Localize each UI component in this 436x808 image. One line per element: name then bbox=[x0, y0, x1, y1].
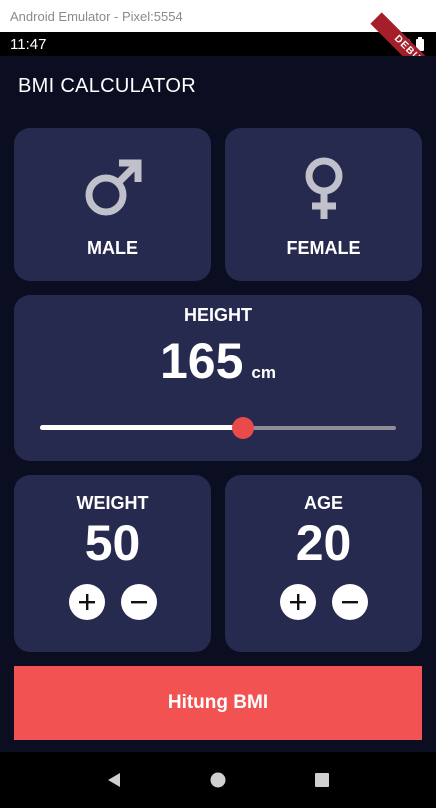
emulator-window-title: Android Emulator - Pixel:5554 bbox=[0, 0, 436, 32]
minus-icon bbox=[130, 601, 147, 604]
recents-icon[interactable] bbox=[314, 772, 330, 788]
weight-card: WEIGHT 50 bbox=[14, 475, 211, 652]
back-icon[interactable] bbox=[106, 772, 122, 788]
weight-controls bbox=[68, 584, 157, 620]
female-card[interactable]: FEMALE bbox=[225, 128, 422, 281]
height-slider-active-track bbox=[40, 425, 243, 430]
status-bar: 11:47 bbox=[0, 32, 436, 56]
minus-icon bbox=[341, 601, 358, 604]
age-controls bbox=[279, 584, 368, 620]
age-value: 20 bbox=[295, 515, 352, 571]
male-symbol-icon bbox=[85, 159, 141, 216]
weight-value: 50 bbox=[84, 515, 141, 571]
plus-icon bbox=[289, 594, 306, 610]
height-label: HEIGHT bbox=[183, 305, 252, 325]
height-slider-thumb[interactable] bbox=[231, 417, 254, 439]
home-icon[interactable] bbox=[210, 772, 226, 788]
weight-decrement-button[interactable] bbox=[120, 584, 157, 620]
weight-label: WEIGHT bbox=[76, 493, 149, 513]
male-label: MALE bbox=[87, 238, 138, 258]
male-card[interactable]: MALE bbox=[14, 128, 211, 281]
app-bar: BMI CALCULATOR bbox=[0, 56, 436, 116]
female-symbol-icon bbox=[305, 157, 342, 219]
height-value: 165 bbox=[159, 333, 244, 389]
female-label: FEMALE bbox=[286, 238, 361, 258]
age-decrement-button[interactable] bbox=[331, 584, 368, 620]
app-title: BMI CALCULATOR bbox=[18, 74, 196, 97]
weight-increment-button[interactable] bbox=[68, 584, 105, 620]
main-content: MALE FEMALE HEIGHT 165 cm WEIGHT 50 AGE … bbox=[0, 116, 436, 752]
height-unit: cm bbox=[251, 363, 276, 382]
height-readout: 165 cm bbox=[14, 332, 422, 390]
status-time: 11:47 bbox=[10, 35, 47, 53]
plus-icon bbox=[78, 594, 95, 610]
android-nav-bar bbox=[0, 752, 436, 808]
height-card: HEIGHT 165 cm bbox=[14, 295, 422, 461]
height-slider[interactable] bbox=[40, 417, 396, 439]
age-label: AGE bbox=[303, 493, 343, 513]
calculate-bmi-button[interactable]: Hitung BMI bbox=[14, 666, 422, 740]
age-increment-button[interactable] bbox=[279, 584, 316, 620]
age-card: AGE 20 bbox=[225, 475, 422, 652]
